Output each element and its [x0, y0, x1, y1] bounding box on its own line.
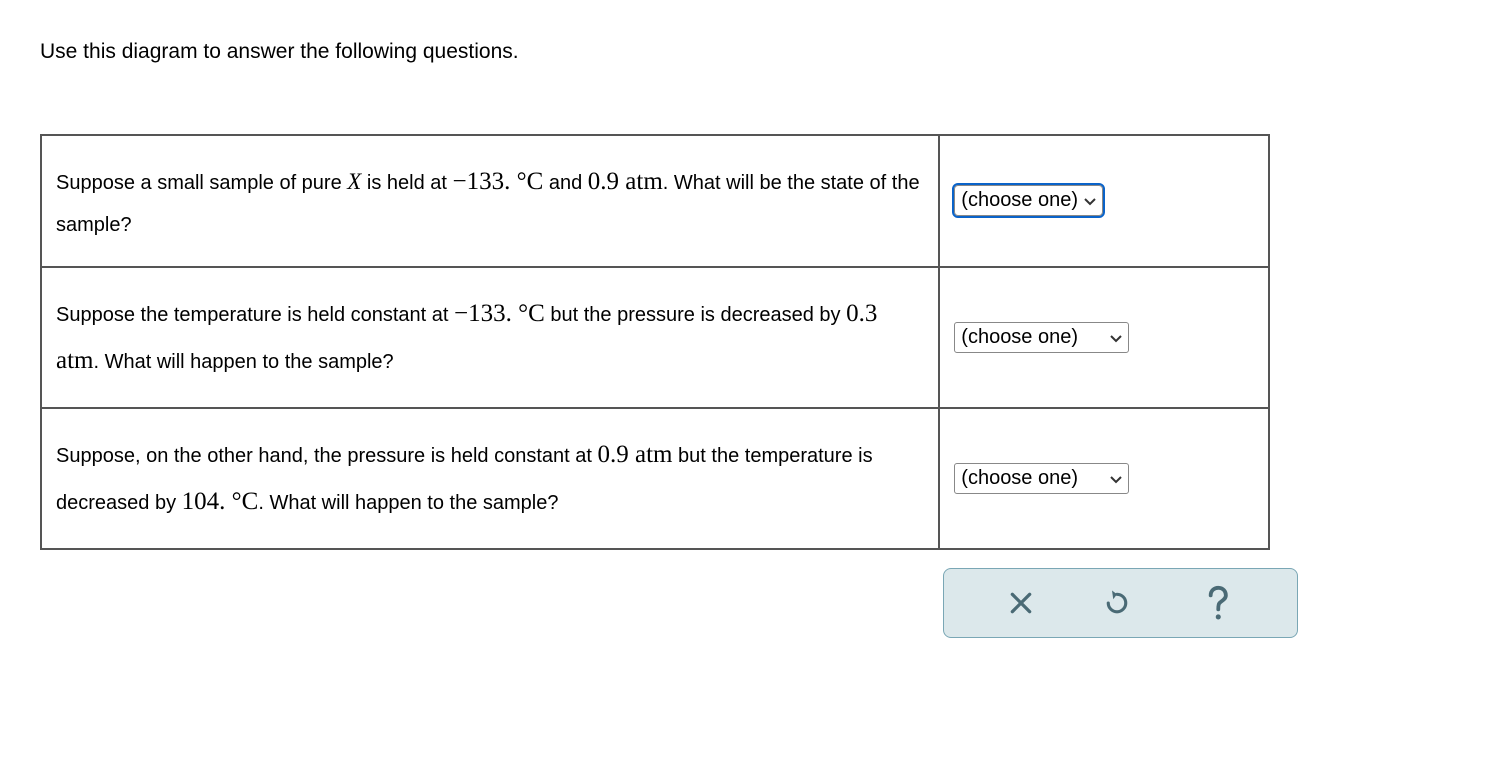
answer-3-select[interactable]: (choose one): [954, 463, 1129, 494]
table-row: Suppose the temperature is held constant…: [41, 267, 1269, 408]
answer-2-cell: (choose one): [939, 267, 1269, 408]
text-fragment: Suppose the temperature is held constant…: [56, 304, 454, 326]
text-fragment: . What will happen to the sample?: [94, 351, 394, 373]
select-label: (choose one): [961, 326, 1078, 349]
close-button[interactable]: [1008, 590, 1034, 616]
answer-2-select[interactable]: (choose one): [954, 322, 1129, 353]
chevron-down-icon: [1110, 467, 1122, 490]
value-temp: −133. °C: [453, 168, 544, 195]
close-icon: [1008, 590, 1034, 616]
instruction-text: Use this diagram to answer the following…: [40, 40, 1446, 64]
variable-x: X: [347, 169, 361, 194]
question-2-text: Suppose the temperature is held constant…: [41, 267, 939, 408]
question-3-text: Suppose, on the other hand, the pressure…: [41, 408, 939, 549]
undo-icon: [1102, 588, 1132, 618]
question-1-text: Suppose a small sample of pure X is held…: [41, 135, 939, 267]
select-label: (choose one): [961, 467, 1078, 490]
value-pressure: 0.9 atm: [588, 168, 663, 195]
text-fragment: and: [543, 172, 587, 194]
chevron-down-icon: [1084, 189, 1096, 212]
answer-3-cell: (choose one): [939, 408, 1269, 549]
question-mark-icon: [1201, 584, 1233, 622]
text-fragment: Suppose a small sample of pure: [56, 172, 347, 194]
chevron-down-icon: [1110, 326, 1122, 349]
text-fragment: Suppose, on the other hand, the pressure…: [56, 445, 597, 467]
text-fragment: is held at: [361, 172, 452, 194]
value-temp: 104. °C: [182, 488, 259, 515]
answer-1-select[interactable]: (choose one): [954, 185, 1103, 216]
answer-1-cell: (choose one): [939, 135, 1269, 267]
help-button[interactable]: [1201, 584, 1233, 622]
answer-toolbar: [943, 568, 1298, 638]
reset-button[interactable]: [1102, 588, 1132, 618]
value-pressure: 0.9 atm: [597, 441, 672, 468]
text-fragment: but the pressure is decreased by: [545, 304, 846, 326]
table-row: Suppose a small sample of pure X is held…: [41, 135, 1269, 267]
text-fragment: . What will happen to the sample?: [258, 492, 558, 514]
value-temp: −133. °C: [454, 300, 545, 327]
table-row: Suppose, on the other hand, the pressure…: [41, 408, 1269, 549]
select-label: (choose one): [961, 189, 1078, 212]
question-table: Suppose a small sample of pure X is held…: [40, 134, 1270, 550]
